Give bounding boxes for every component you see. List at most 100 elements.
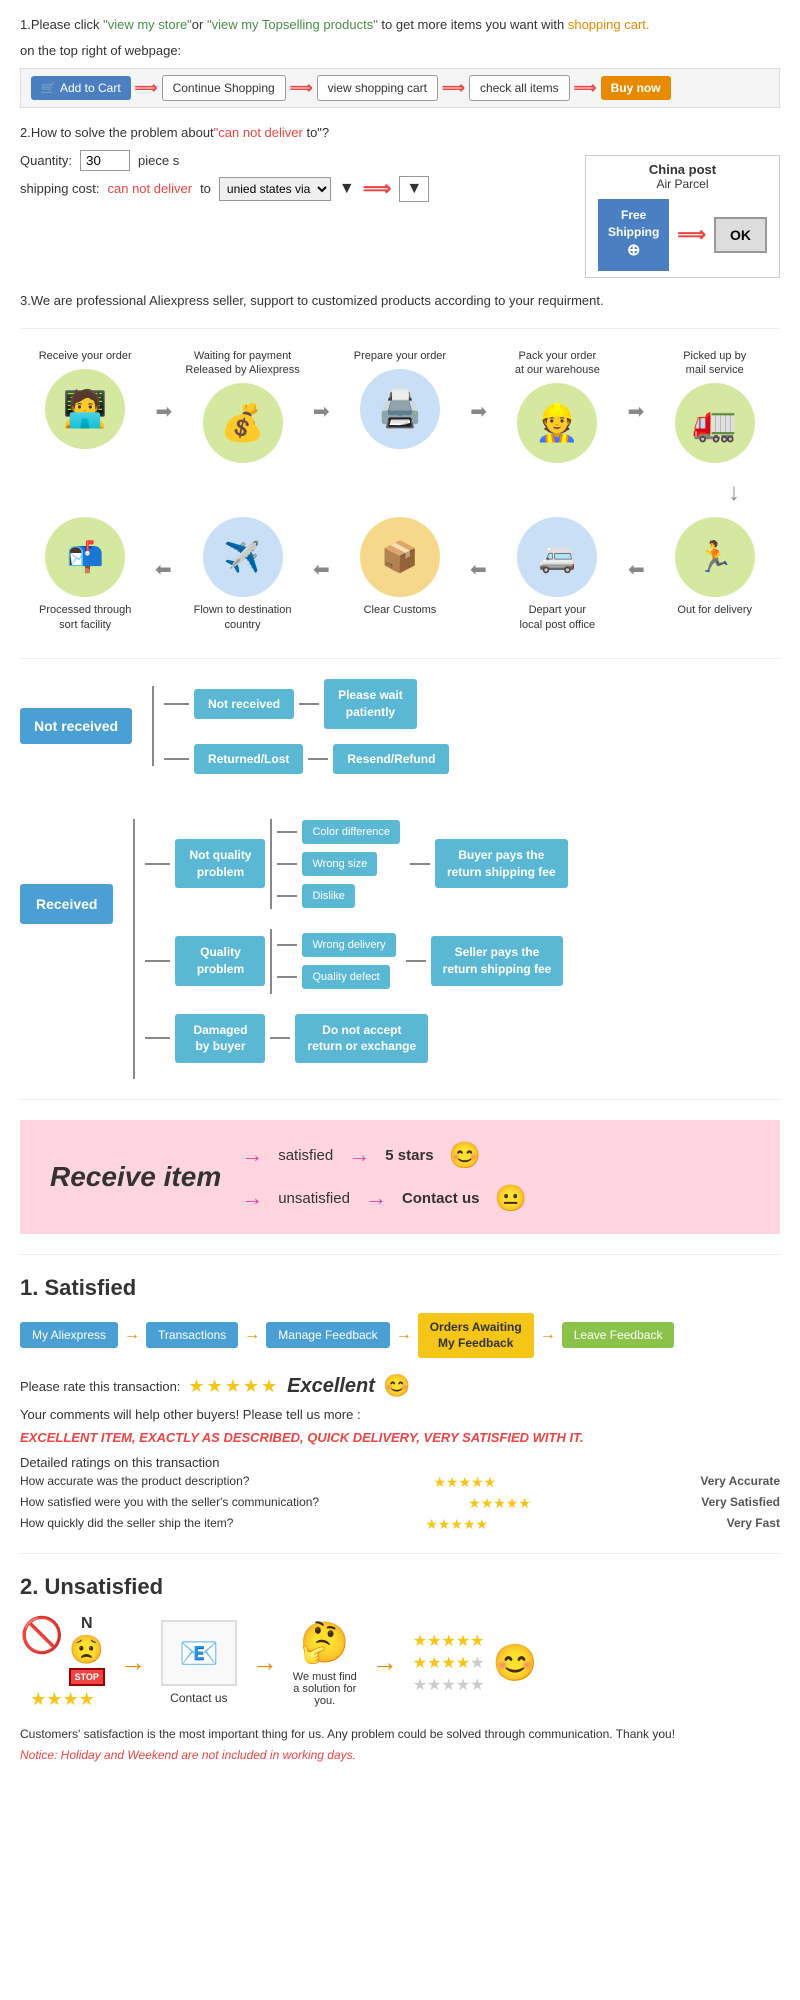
branch-not-received: Not received Please waitpatiently	[164, 679, 449, 729]
flow-label-5: Picked up bymail service	[683, 349, 746, 378]
email-step: 📧 Contact us	[161, 1620, 237, 1705]
ok-button[interactable]: OK	[714, 217, 767, 253]
fb-step-2: Transactions	[146, 1322, 238, 1348]
add-to-cart-btn[interactable]: 🛒 Add to Cart	[31, 76, 131, 100]
wrong-delivery-label: Wrong delivery	[302, 933, 395, 957]
pink-arrow-4: →	[365, 1185, 387, 1211]
stars-result: ★★★★★ ★★★★★ ★★★★★ 😊	[413, 1631, 538, 1695]
check-items-btn[interactable]: check all items	[469, 75, 570, 101]
flow-connector-7: ➡	[313, 557, 330, 582]
final-happy-face: 😊	[493, 1642, 538, 1684]
returned-lost-label: Returned/Lost	[194, 744, 303, 774]
cant-deliver-text: "can not deliver	[214, 125, 303, 140]
buy-now-label: Buy now	[611, 81, 661, 95]
color-diff-label: Color difference	[302, 820, 399, 844]
shipping-select[interactable]: unied states via	[219, 177, 331, 201]
seller-pays: Seller pays thereturn shipping fee	[431, 936, 564, 986]
quantity-row: Quantity: piece s	[20, 150, 565, 171]
comments-text: Your comments will help other buyers! Pl…	[20, 1407, 780, 1422]
pink-arrow-1: →	[241, 1142, 263, 1168]
unsat-arrow-1: →	[120, 1647, 146, 1678]
flow-icon-5: 🚛	[675, 383, 755, 463]
flow-label-3: Prepare your order	[354, 349, 446, 363]
sub-wrong-delivery: Wrong delivery	[277, 933, 395, 957]
view-store-link[interactable]: "view my store"	[103, 17, 192, 32]
continue-shopping-btn[interactable]: Continue Shopping	[162, 75, 286, 101]
flow-down-arrow: ↓	[20, 479, 780, 507]
flow-icon-1: 🧑‍💻	[45, 369, 125, 449]
quality-subs: Wrong delivery Quality defect	[277, 933, 395, 989]
detail-heading: Detailed ratings on this transaction	[20, 1455, 780, 1470]
flow-connector-6: ➡	[470, 557, 487, 582]
unsatisfied-section: 2. Unsatisfied 🚫 N 😟 STOP ★★★★ →	[20, 1574, 780, 1762]
cart-icon: 🛒	[41, 81, 56, 95]
quality-branch: Qualityproblem Wrong delivery Quality de…	[145, 929, 567, 994]
quantity-input[interactable]	[80, 150, 130, 171]
neutral-emoji: 😐	[494, 1183, 526, 1214]
unsat-arrow-2: →	[252, 1647, 278, 1678]
section-2: 2.How to solve the problem about"can not…	[20, 123, 780, 278]
dislike-label: Dislike	[302, 884, 354, 908]
neg-stars: ★★★★	[30, 1689, 95, 1710]
damaged-branch: Damagedby buyer Do not acceptreturn or e…	[145, 1014, 567, 1064]
fb-arrow-2: →	[244, 1326, 260, 1344]
china-post-title: China post	[598, 162, 767, 177]
satisfied-heading: 1. Satisfied	[20, 1275, 780, 1301]
flow-icon-9: ✈️	[203, 517, 283, 597]
ship-arrow: ⟹	[363, 176, 392, 201]
satisfied-text: satisfied	[278, 1147, 333, 1164]
flow-arrow-4: ⟹	[574, 78, 597, 98]
no-accept: Do not acceptreturn or exchange	[295, 1014, 428, 1064]
flow-row-2: 🏃 Out for delivery ➡ 🚐 Depart yourlocal …	[20, 517, 780, 638]
hl-8	[277, 895, 297, 897]
detail-row-3: How quickly did the seller ship the item…	[20, 1516, 780, 1533]
not-quality-label: Not qualityproblem	[175, 839, 265, 889]
sub-wrong-size: Wrong size	[277, 852, 399, 876]
view-cart-label: view shopping cart	[328, 81, 427, 95]
flow-icon-6: 🏃	[675, 517, 755, 597]
cart-flow: 🛒 Add to Cart ⟹ Continue Shopping ⟹ view…	[20, 68, 780, 108]
flow-arrow-2: ⟹	[290, 78, 313, 98]
hl-12	[277, 976, 297, 978]
notice-text: Customers' satisfaction is the most impo…	[20, 1725, 780, 1743]
flow-item-10: 📬 Processed throughsort facility	[25, 517, 145, 638]
damaged-label: Damagedby buyer	[175, 1014, 265, 1064]
contact-us-label: Contact us	[170, 1691, 227, 1705]
sub-color-diff: Color difference	[277, 820, 399, 844]
section3-text: 3.We are professional Aliexpress seller,…	[20, 293, 780, 308]
flow-section: Receive your order 🧑‍💻 ➡ Waiting for pay…	[20, 349, 780, 638]
flow-item-1: Receive your order 🧑‍💻	[25, 349, 145, 455]
divider-2	[20, 658, 780, 659]
view-cart-btn[interactable]: view shopping cart	[317, 75, 438, 101]
flow-item-8: 📦 Clear Customs	[340, 517, 460, 623]
flow-connector-4: ➡	[628, 399, 645, 424]
received-main: Received	[20, 884, 113, 924]
flow-arrow-1: ⟹	[135, 78, 158, 98]
section-3: 3.We are professional Aliexpress seller,…	[20, 293, 780, 308]
detail-label-1: How accurate was the product description…	[20, 1474, 249, 1491]
sub-dislike: Dislike	[277, 884, 399, 908]
shipping-label: shipping cost:	[20, 181, 100, 196]
second-dropdown[interactable]: ▼	[399, 176, 429, 202]
branch-returned-lost: Returned/Lost Resend/Refund	[164, 744, 449, 774]
neg-star-1: ★★★★	[30, 1689, 95, 1710]
sub-quality-defect: Quality defect	[277, 965, 395, 989]
section-1: 1.Please click "view my store"or "view m…	[20, 15, 780, 108]
divider-5	[20, 1553, 780, 1554]
flow-connector-3: ➡	[470, 399, 487, 424]
vert-line-1	[152, 686, 154, 766]
hline-10	[145, 960, 170, 962]
hline-4	[308, 758, 328, 760]
negative-icons: 🚫 N 😟 STOP ★★★★	[20, 1615, 105, 1710]
flow-label-4: Pack your orderat our warehouse	[515, 349, 600, 378]
flow-label-7: Depart yourlocal post office	[520, 603, 596, 632]
buy-now-btn[interactable]: Buy now	[601, 76, 671, 100]
view-topselling-link[interactable]: "view my Topselling products"	[207, 17, 378, 32]
result-stars-5: ★★★★★	[413, 1631, 485, 1651]
flow-item-7: 🚐 Depart yourlocal post office	[497, 517, 617, 638]
dropdown-arrow[interactable]: ▼	[339, 180, 355, 198]
fb-step-1: My Aliexpress	[20, 1322, 118, 1348]
china-post-subtitle: Air Parcel	[598, 177, 767, 191]
flow-label-8: Clear Customs	[364, 603, 437, 617]
flow-item-2: Waiting for paymentReleased by Aliexpres…	[183, 349, 303, 470]
